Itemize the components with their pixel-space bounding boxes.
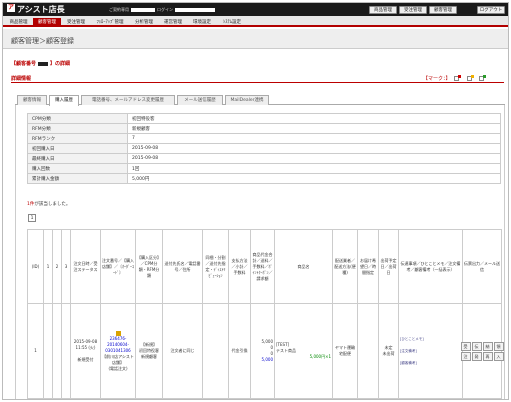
row-flag-3 xyxy=(61,303,71,399)
page-number-button[interactable]: 1 xyxy=(28,214,36,222)
flag-red-icon xyxy=(458,75,462,78)
col-ship-date: 出荷予定日／出荷日 xyxy=(378,229,399,304)
ship-button[interactable]: 発 xyxy=(471,351,482,361)
order-mgmt-button[interactable]: 受注管理 xyxy=(399,6,427,14)
col-payment: 支払方法／小計／手数料 xyxy=(228,229,251,304)
nav-analysis-mgmt[interactable]: 分析管理 xyxy=(130,18,158,27)
row-payment: 代金引換 xyxy=(228,303,251,399)
row-order-number[interactable]: 236476-20140604-0301041306 【前川店アシスト店舗】 (電話… xyxy=(100,303,136,399)
col-id: (ID) xyxy=(27,229,44,304)
row-output: 受 伝 納 領 注 発 再 入 xyxy=(460,303,504,399)
order-history-table: (ID) 1 2 3 注文日時／受注ステータス 注文番号／【購入店舗】／〔ｵｰﾀ… xyxy=(27,229,504,399)
breadcrumb-bar: 顧客管理＞顧客登録 xyxy=(3,29,508,49)
row-purchase-type: 【新規】 初回特役客 新規顧客 xyxy=(135,303,163,399)
marker-green-checkbox[interactable] xyxy=(479,75,487,81)
row-carrier: ヤマト運輸 宅配便 xyxy=(332,303,358,399)
row-order-date: 2015-09-08 11:55 (火) 新規受付 xyxy=(70,303,101,399)
table-row: 最終購入日 2015-09-08 xyxy=(27,153,501,164)
table-row: 累計購入金額 5,000円 xyxy=(27,173,501,184)
table-row: CPM分類 初回特役客 xyxy=(27,113,501,124)
nav-customer-mgmt[interactable]: 顧客管理 xyxy=(33,18,61,27)
table-row[interactable]: 1 2015-09-08 11:55 (火) 新規受付 236476-201406… xyxy=(27,303,504,399)
col-notes: 伝達事項／ひとことメモ／注文備考／顧客備考（一括表示） xyxy=(398,229,463,304)
col-flag-3: 3 xyxy=(61,229,71,304)
logo-mark-icon: ア xyxy=(7,4,15,12)
col-output: 伝票出力／メール送信 xyxy=(462,229,502,304)
redacted-account xyxy=(175,8,215,12)
tab-customer-info[interactable]: 顧客情報 xyxy=(17,95,47,105)
table-row: RFMランク 7 xyxy=(27,133,501,144)
payment-button[interactable]: 入 xyxy=(493,351,504,361)
delivery-note-button[interactable]: 納 xyxy=(482,341,493,351)
product-mgmt-button[interactable]: 商品管理 xyxy=(369,6,397,14)
row-ship-date: 未定 未出荷 xyxy=(378,303,399,399)
receipt-button[interactable]: 受 xyxy=(460,341,471,351)
nav-product-mgmt[interactable]: 商品管理 xyxy=(5,18,32,27)
row-flag-1 xyxy=(43,303,53,399)
nav-order-mgmt[interactable]: 受注管理 xyxy=(62,18,90,27)
col-order-date: 注文日時／受注ステータス xyxy=(70,229,101,304)
row-flag-2 xyxy=(52,303,62,399)
main-nav: 商品管理 顧客管理 受注管理 ﾌｫﾛｰｱｯﾌﾟ管理 分析管理 運営管理 環境設定… xyxy=(3,16,508,27)
marker-yellow-checkbox[interactable] xyxy=(466,75,474,81)
customer-mgmt-button[interactable]: 顧客管理 xyxy=(429,6,457,14)
app-title: アシスト店長 xyxy=(17,5,65,14)
table-row: 購入回数 1回 xyxy=(27,163,501,174)
flag-green-icon xyxy=(483,75,487,78)
row-bundle xyxy=(202,303,229,399)
flag-yellow-icon xyxy=(470,75,474,78)
order-button[interactable]: 注 xyxy=(460,351,471,361)
col-order-number: 注文番号／【購入店舗】／〔ｵｰﾀﾞｰｺｰﾄﾞ〕 xyxy=(100,229,136,304)
table-row: 初回購入日 2015-09-08 xyxy=(27,143,501,154)
col-amount: 商品代金合計／送料／手数料／ﾎﾟｲﾝﾄｸｰﾎﾟﾝ／請求額 xyxy=(250,229,275,304)
col-carrier: 配送業者／配送方法(便種) xyxy=(332,229,358,304)
slip-button[interactable]: 伝 xyxy=(471,341,482,351)
row-destination: 注文者に同じ xyxy=(162,303,203,399)
marker-legend: 【マーク：】 xyxy=(423,75,487,82)
row-id: 1 xyxy=(27,303,44,399)
nav-followup-mgmt[interactable]: ﾌｫﾛｰｱｯﾌﾟ管理 xyxy=(91,18,129,27)
tab-maildealer[interactable]: MailDealer連携 xyxy=(225,95,269,105)
marker-red-checkbox[interactable] xyxy=(454,75,462,81)
row-product: [TEST] テスト商品 5,000円×1 xyxy=(274,303,333,399)
top-bar: アアシスト店長 ご契約専用 ログイン 商品管理 受注管理 顧客管理 ログアウト xyxy=(3,3,508,16)
app-window: アアシスト店長 ご契約専用 ログイン 商品管理 受注管理 顧客管理 ログアウト 商… xyxy=(2,2,509,400)
nav-system-settings[interactable]: ｼｽﾃﾑ設定 xyxy=(217,18,247,27)
tab-mail-history[interactable]: メール送信履歴 xyxy=(177,95,223,105)
breadcrumb: 顧客管理＞顧客登録 xyxy=(11,37,74,45)
col-bundle: 同梱・分割／送付先指定・ﾃﾞｨｽﾄﾘﾋﾞｭｰｼｮﾝ xyxy=(202,229,229,304)
section-divider xyxy=(11,82,504,83)
row-notes: [ひとことメモ] [注文備考] [顧客備考] xyxy=(398,303,463,399)
purchase-summary-table: CPM分類 初回特役客 RFM分類 新規顧客 RFMランク 7 初回購入日 2015-0… xyxy=(27,113,501,184)
nav-operation-mgmt[interactable]: 運営管理 xyxy=(159,18,187,27)
redacted-name xyxy=(131,8,155,12)
result-count: 1件が該当しました。 xyxy=(27,202,71,207)
col-purchase-type: 【購入区分】／CPM分類・RFM分類 xyxy=(135,229,163,304)
detail-title: 【顧客番号 】の詳細 xyxy=(11,61,71,67)
row-amount: 5,000 0 0 5,000 xyxy=(250,303,275,399)
redacted-customer-id xyxy=(38,61,49,66)
col-delivery-date: お届け希望日／時間指定 xyxy=(357,229,379,304)
col-flag-1: 1 xyxy=(43,229,53,304)
resend-button[interactable]: 再 xyxy=(482,351,493,361)
table-row: RFM分類 新規顧客 xyxy=(27,123,501,134)
row-delivery-date xyxy=(357,303,379,399)
table-header-row: (ID) 1 2 3 注文日時／受注ステータス 注文番号／【購入店舗】／〔ｵｰﾀ… xyxy=(27,229,502,304)
tab-contact-change-history[interactable]: 電話番号、メールアドレス変更履歴 xyxy=(81,95,175,105)
nav-environment-settings[interactable]: 環境設定 xyxy=(188,18,216,27)
invoice-button[interactable]: 領 xyxy=(493,341,504,351)
note-icon xyxy=(115,330,121,336)
tab-bar: 顧客情報 購入履歴 電話番号、メールアドレス変更履歴 メール送信履歴 MailD… xyxy=(15,95,505,106)
section-title: 詳細情報 xyxy=(11,76,32,82)
document-buttons: 受 伝 納 領 注 発 再 入 xyxy=(460,341,504,361)
col-flag-2: 2 xyxy=(52,229,62,304)
logout-button[interactable]: ログアウト xyxy=(477,6,505,14)
col-destination: 送付先氏名／電話番号／住所 xyxy=(162,229,203,304)
app-logo: アアシスト店長 xyxy=(7,4,65,15)
welcome-text: ご契約専用 ログイン xyxy=(109,7,215,13)
col-product: 商品名 xyxy=(274,229,333,304)
